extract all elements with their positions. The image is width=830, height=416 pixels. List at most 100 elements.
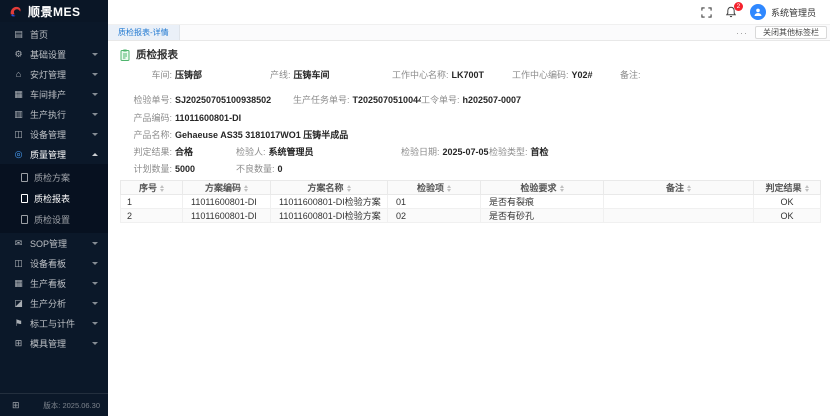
sort-icon[interactable] bbox=[687, 185, 691, 192]
table-cell: 11011600801-DI bbox=[183, 209, 271, 223]
inspection-table: 序号方案编码方案名称检验项检验要求备注判定结果111011600801-DI11… bbox=[120, 180, 820, 223]
sidebar-item-label: SOP管理 bbox=[30, 237, 67, 250]
chevron-down-icon bbox=[92, 73, 98, 76]
fullscreen-icon[interactable] bbox=[701, 7, 712, 18]
sidebar-item-label: 设备管理 bbox=[30, 128, 66, 141]
sidebar-item-equipment[interactable]: ◫设备管理 bbox=[0, 124, 108, 144]
field-label: 备注: bbox=[620, 69, 641, 81]
sidebar-item-sop[interactable]: ✉ SOP管理 bbox=[0, 233, 108, 253]
table-cell bbox=[604, 195, 754, 209]
detail-field: 工作中心编码:Y02# bbox=[512, 69, 620, 81]
sidebar-item-piecework[interactable]: ⚑标工与计件 bbox=[0, 313, 108, 333]
field-value: 0 bbox=[278, 163, 283, 175]
column-header[interactable]: 方案名称 bbox=[271, 181, 388, 195]
chevron-down-icon bbox=[92, 53, 98, 56]
sidebar-item-quality[interactable]: ◎ 质量管理 bbox=[0, 144, 108, 164]
sidebar-item-label: 设备看板 bbox=[30, 257, 66, 270]
sidebar-item-label: 生产看板 bbox=[30, 277, 66, 290]
topbar: 2 系统管理员 bbox=[108, 0, 830, 25]
tab-more-icon[interactable]: ··· bbox=[736, 28, 748, 38]
field-label: 产线: bbox=[270, 69, 291, 81]
field-label: 产品编码: bbox=[120, 112, 172, 124]
quality-icon: ◎ bbox=[12, 149, 25, 160]
column-header[interactable]: 备注 bbox=[604, 181, 754, 195]
detail-row: 产品名称:Gehaeuse AS35 3181017WO1 压铸半成品 bbox=[120, 129, 820, 141]
version-label: 版本: 2025.06.30 bbox=[43, 400, 100, 411]
field-value: 2025-07-05 bbox=[443, 146, 489, 158]
chevron-down-icon bbox=[92, 282, 98, 285]
page-title-text: 质检报表 bbox=[136, 47, 178, 62]
table-cell: OK bbox=[754, 195, 821, 209]
sidebar-item-basic-settings[interactable]: ⚙基础设置 bbox=[0, 44, 108, 64]
person-icon bbox=[753, 7, 763, 17]
notification-bell[interactable]: 2 bbox=[725, 6, 737, 18]
field-value: 压铸部 bbox=[175, 69, 202, 81]
field-label: 工作中心编码: bbox=[512, 69, 569, 81]
collapse-menu-icon[interactable]: ⊞ bbox=[12, 400, 20, 411]
sidebar-item-label: 质量管理 bbox=[30, 148, 66, 161]
column-header[interactable]: 检验要求 bbox=[481, 181, 604, 195]
sidebar-item-label: 生产分析 bbox=[30, 297, 66, 310]
detail-field: 生产任务单号:T20250705100448319 bbox=[293, 94, 421, 106]
sidebar-menu: ▤首页⚙基础设置⌂安灯管理▦车间排产▥生产执行◫设备管理 ◎ 质量管理质检方案质检报… bbox=[0, 22, 108, 353]
sidebar-subitem-inspection-plan[interactable]: 质检方案 bbox=[0, 167, 108, 188]
chevron-up-icon bbox=[92, 153, 98, 156]
column-header[interactable]: 序号 bbox=[121, 181, 183, 195]
table-cell: OK bbox=[754, 209, 821, 223]
document-icon bbox=[21, 215, 28, 224]
sidebar-item-production-analysis[interactable]: ◪ 生产分析 bbox=[0, 293, 108, 313]
table-cell: 11011600801-DI bbox=[183, 195, 271, 209]
sidebar-item-production-board[interactable]: ▦ 生产看板 bbox=[0, 273, 108, 293]
sidebar-subitem-inspection-settings[interactable]: 质检设置 bbox=[0, 209, 108, 230]
detail-field: 检验单号:SJ20250705100938502 bbox=[120, 94, 293, 106]
sidebar-item-mold[interactable]: ⊞模具管理 bbox=[0, 333, 108, 353]
settings-icon: ⚙ bbox=[12, 49, 25, 60]
detail-field: 车间:压铸部 bbox=[120, 69, 270, 81]
app-logo: 顺景MES bbox=[0, 0, 108, 22]
sidebar-subitem-label: 质检设置 bbox=[34, 213, 70, 226]
production-analysis-icon: ◪ bbox=[12, 298, 25, 309]
tab-quality-report-detail[interactable]: 质检报表-详情 bbox=[108, 25, 180, 40]
field-value: 系统管理员 bbox=[269, 146, 314, 158]
sidebar-subitem-inspection-report[interactable]: 质检报表 bbox=[0, 188, 108, 209]
sidebar-item-home[interactable]: ▤首页 bbox=[0, 24, 108, 44]
column-header[interactable]: 方案编码 bbox=[183, 181, 271, 195]
field-label: 检验单号: bbox=[120, 94, 172, 106]
sidebar-subitem-label: 质检方案 bbox=[34, 171, 70, 184]
sidebar-item-andon[interactable]: ⌂安灯管理 bbox=[0, 64, 108, 84]
detail-field: 判定结果:合格 bbox=[120, 146, 236, 158]
field-value: h202507-0007 bbox=[463, 94, 522, 106]
sort-icon[interactable] bbox=[447, 185, 451, 192]
sidebar-item-label: 首页 bbox=[30, 28, 48, 41]
field-label: 产品名称: bbox=[120, 129, 172, 141]
tab-bar: 质检报表-详情 ··· 关闭其他标签栏 bbox=[108, 25, 830, 41]
field-value: 合格 bbox=[175, 146, 193, 158]
table-cell: 02 bbox=[388, 209, 481, 223]
notification-badge: 2 bbox=[734, 2, 743, 11]
sort-icon[interactable] bbox=[560, 185, 564, 192]
sort-icon[interactable] bbox=[805, 185, 809, 192]
sort-icon[interactable] bbox=[347, 185, 351, 192]
field-label: 工令单号: bbox=[421, 94, 460, 106]
production-board-icon: ▦ bbox=[12, 278, 25, 289]
sidebar-item-production-execution[interactable]: ▥生产执行 bbox=[0, 104, 108, 124]
sidebar-item-equipment-board[interactable]: ◫设备看板 bbox=[0, 253, 108, 273]
sort-icon[interactable] bbox=[160, 185, 164, 192]
chevron-down-icon bbox=[92, 322, 98, 325]
column-header[interactable]: 检验项 bbox=[388, 181, 481, 195]
close-other-tabs-button[interactable]: 关闭其他标签栏 bbox=[755, 26, 827, 39]
field-label: 车间: bbox=[120, 69, 172, 81]
tab-controls: ··· 关闭其他标签栏 bbox=[736, 25, 830, 40]
sop-icon: ✉ bbox=[12, 238, 25, 249]
chevron-down-icon bbox=[92, 93, 98, 96]
table-cell: 是否有裂痕 bbox=[481, 195, 604, 209]
mold-icon: ⊞ bbox=[12, 338, 25, 349]
sidebar-item-workshop-scheduling[interactable]: ▦车间排产 bbox=[0, 84, 108, 104]
column-header[interactable]: 判定结果 bbox=[754, 181, 821, 195]
sort-icon[interactable] bbox=[244, 185, 248, 192]
detail-field: 产品名称:Gehaeuse AS35 3181017WO1 压铸半成品 bbox=[120, 129, 348, 141]
user-menu[interactable]: 系统管理员 bbox=[750, 4, 816, 20]
document-icon bbox=[21, 173, 28, 182]
field-value: 11011600801-DI bbox=[175, 112, 241, 124]
field-value: 压铸车间 bbox=[294, 69, 330, 81]
